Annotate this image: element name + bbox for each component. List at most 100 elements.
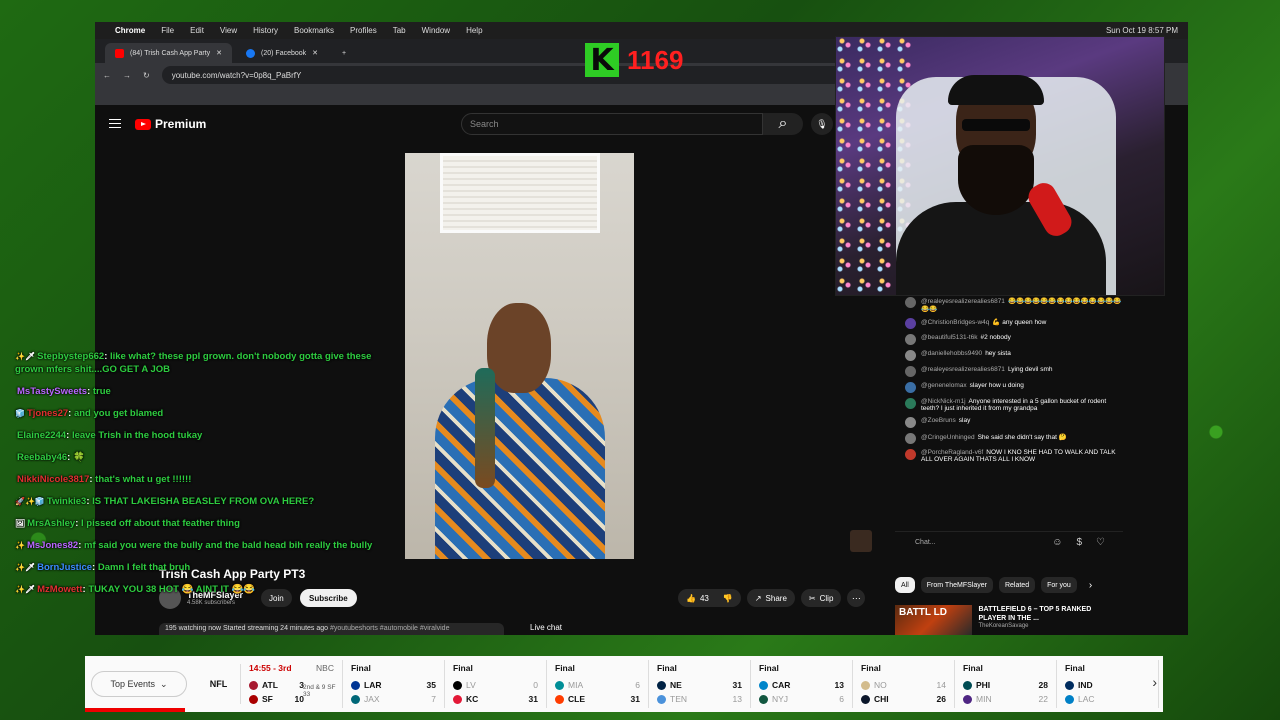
chat-avatar[interactable]: [905, 334, 916, 345]
chat-text: mf said you were the bully and the bald …: [84, 540, 373, 551]
like-button[interactable]: 👍 43 👎: [678, 589, 741, 607]
game-card[interactable]: Final MIA 6 CLE 31: [547, 660, 649, 708]
live-chat-label[interactable]: Live chat: [530, 623, 562, 632]
counter-value: 1169: [627, 44, 684, 75]
address-bar[interactable]: youtube.com/watch?v=0p8q_PaBrfY: [161, 66, 842, 84]
team-logo-icon: [453, 694, 462, 704]
video-person-body: [435, 378, 605, 559]
chat-input[interactable]: Chat... ☺ $ ♡: [895, 531, 1123, 553]
chat-avatar[interactable]: [905, 433, 916, 444]
menu-window[interactable]: Window: [422, 26, 450, 35]
chat-message: @daniellehobbs9490 hey sista: [895, 350, 1123, 361]
chat-message: @realeyesrealizerealies6871 😂😂😂😂😂😂😂😂😂😂😂😂😂…: [895, 297, 1123, 313]
game-card[interactable]: Final PHI 28 MIN 22: [955, 660, 1057, 708]
url-text: youtube.com/watch?v=0p8q_PaBrfY: [171, 70, 302, 80]
chat-avatar[interactable]: [905, 297, 916, 308]
chat-avatar[interactable]: [905, 382, 916, 393]
game-card[interactable]: 14:55 - 3rd NBC ATL 3 SF 10 2nd & 9 SF 33: [241, 660, 343, 708]
chat-avatar[interactable]: [905, 366, 916, 377]
menu-icon[interactable]: [109, 119, 121, 128]
chat-username[interactable]: @daniellehobbs9490: [921, 350, 982, 357]
team-abbr: IND: [1078, 680, 1093, 690]
game-card[interactable]: Final IND LAC: [1057, 660, 1159, 708]
recommended-video[interactable]: BATTL LD BATTLEFIELD 6 – TOP 5 RANKED PL…: [895, 605, 1120, 635]
menu-history[interactable]: History: [253, 26, 278, 35]
team-logo-icon: [1065, 694, 1074, 704]
description-box[interactable]: 195 watching now Started streaming 24 mi…: [159, 623, 504, 635]
new-tab-icon[interactable]: +: [332, 43, 356, 63]
stream-chat-line: 🖼 MrsAshley: I pissed off about that feat…: [15, 517, 385, 530]
chat-username[interactable]: @PorcheRagland-v6f: [921, 449, 983, 456]
chat-avatar[interactable]: [905, 398, 916, 409]
description-tags[interactable]: #youtubeshorts #automobile #viralvide: [330, 625, 449, 632]
recommended-title[interactable]: BATTLEFIELD 6 – TOP 5 RANKED PLAYER IN T…: [978, 605, 1120, 623]
game-card[interactable]: Final NE 31 TEN 13: [649, 660, 751, 708]
chat-username[interactable]: @NickNick-m1j: [921, 398, 966, 405]
search-input[interactable]: Search: [461, 113, 763, 135]
menu-app-name[interactable]: Chrome: [115, 26, 145, 35]
recommended-thumbnail[interactable]: BATTL LD: [895, 605, 973, 635]
live-chat-panel: @realeyesrealizerealies6871 😂😂😂😂😂😂😂😂😂😂😂😂😂…: [895, 297, 1123, 525]
menu-profiles[interactable]: Profiles: [350, 26, 377, 35]
league-label[interactable]: NFL: [197, 664, 241, 704]
team-abbr: CHI: [874, 694, 889, 704]
menu-file[interactable]: File: [161, 26, 174, 35]
search-placeholder: Search: [470, 119, 499, 129]
menu-tab[interactable]: Tab: [393, 26, 406, 35]
chat-avatar[interactable]: [905, 417, 916, 428]
menu-edit[interactable]: Edit: [190, 26, 204, 35]
heart-icon[interactable]: ♡: [1096, 537, 1105, 548]
menubar-clock[interactable]: Sun Oct 19 8:57 PM: [1106, 26, 1178, 35]
chevron-right-icon[interactable]: ›: [1089, 580, 1092, 591]
chat-username[interactable]: @CringeUnhinged: [921, 434, 975, 441]
chat-text: 🍀: [72, 452, 85, 463]
emoji-icon[interactable]: ☺: [1052, 537, 1062, 548]
forward-icon[interactable]: →: [123, 71, 131, 80]
youtube-play-icon: [135, 118, 151, 130]
mic-icon[interactable]: 🎙: [811, 113, 833, 135]
browser-tab-youtube[interactable]: (84) Trish Cash App Party ✕: [105, 43, 233, 63]
menu-help[interactable]: Help: [466, 26, 482, 35]
chat-badge-icon: 🧊: [15, 409, 25, 418]
thumbs-down-icon[interactable]: 👎: [723, 594, 733, 603]
chat-username[interactable]: @realeyesrealizerealies6871: [921, 298, 1005, 305]
back-icon[interactable]: ←: [103, 71, 111, 80]
reload-icon[interactable]: ↻: [143, 71, 150, 80]
chip-from-channel[interactable]: From TheMFSlayer: [920, 577, 993, 593]
video-player[interactable]: [405, 153, 634, 559]
top-events-dropdown[interactable]: Top Events ⌄: [91, 671, 187, 697]
chip-related[interactable]: Related: [998, 577, 1036, 593]
chat-username[interactable]: @realeyesrealizerealies6871: [921, 366, 1005, 373]
chat-text: She said she didn't say that 🤔: [977, 434, 1067, 441]
close-icon[interactable]: ✕: [312, 49, 318, 57]
chat-username[interactable]: @ChristionBridges-w4q: [921, 319, 989, 326]
share-button[interactable]: ↗ Share: [746, 589, 795, 607]
top-events-label: Top Events: [110, 679, 155, 689]
more-options-icon[interactable]: ⋯: [847, 589, 866, 607]
chat-username[interactable]: @ZoeBruns: [921, 417, 956, 424]
youtube-logo[interactable]: Premium: [135, 117, 206, 131]
menu-bookmarks[interactable]: Bookmarks: [294, 26, 334, 35]
close-icon[interactable]: ✕: [216, 49, 222, 57]
chat-avatar[interactable]: [905, 449, 916, 460]
chevron-right-icon[interactable]: ›: [1152, 674, 1157, 690]
chip-all[interactable]: All: [895, 577, 915, 593]
team-score: 31: [732, 680, 742, 690]
chat-username[interactable]: @genenelomax: [921, 382, 967, 389]
game-card[interactable]: Final CAR 13 NYJ 6: [751, 660, 853, 708]
menu-view[interactable]: View: [220, 26, 237, 35]
dollar-icon[interactable]: $: [1076, 537, 1082, 548]
game-card[interactable]: Final LAR 35 JAX 7: [343, 660, 445, 708]
search-button[interactable]: ⌕: [763, 113, 803, 135]
tab-label: (84) Trish Cash App Party: [130, 49, 211, 57]
chat-avatar[interactable]: [905, 318, 916, 329]
chat-avatar[interactable]: [905, 350, 916, 361]
stream-chat-overlay: ✨🗡 Stepbystep662: like what? these ppl gr…: [15, 350, 385, 605]
streamer-body: [896, 202, 1106, 295]
chat-username[interactable]: @beautiful5131-t6k: [921, 334, 977, 341]
game-card[interactable]: Final NO 14 CHI 26: [853, 660, 955, 708]
clip-button[interactable]: ✂ Clip: [800, 589, 842, 607]
browser-tab-facebook[interactable]: (20) Facebook ✕: [236, 43, 328, 63]
chip-for-you[interactable]: For you: [1041, 577, 1077, 593]
game-card[interactable]: Final LV 0 KC 31: [445, 660, 547, 708]
